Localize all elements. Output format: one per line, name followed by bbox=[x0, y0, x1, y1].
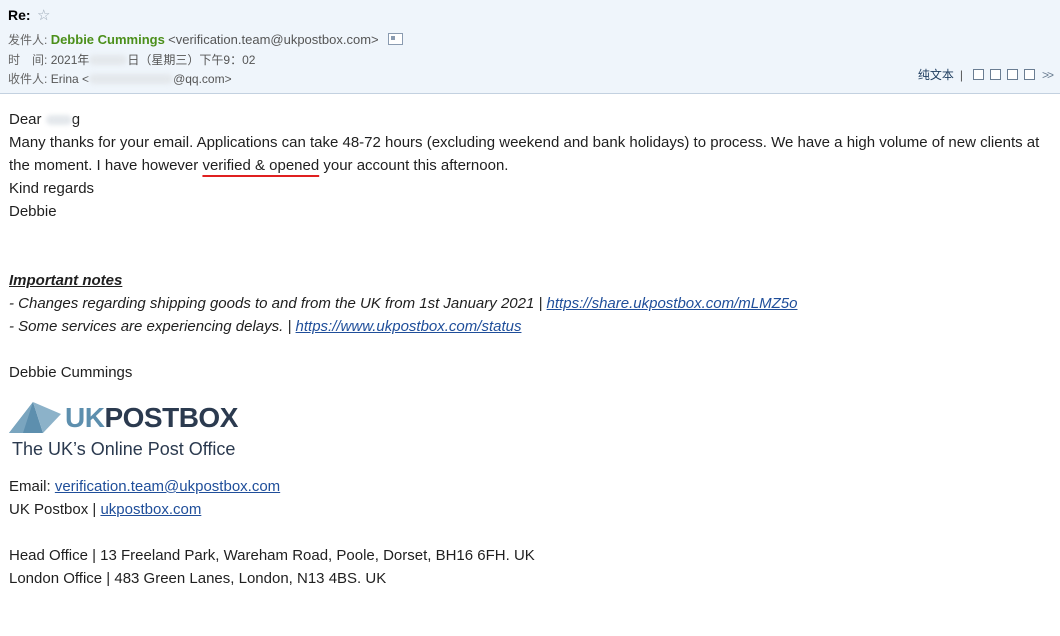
note-1: - Changes regarding shipping goods to an… bbox=[9, 292, 1055, 315]
signature-name: Debbie Cummings bbox=[9, 364, 133, 381]
to-label: 收件人: bbox=[8, 72, 48, 86]
greeting: Dear g bbox=[9, 108, 1055, 131]
recipient-email[interactable]: @qq.com> bbox=[173, 72, 232, 86]
plain-text-link[interactable]: 纯文本 bbox=[918, 66, 954, 83]
time-year: 2021年 bbox=[50, 53, 90, 67]
email-body: Dear g Many thanks for your email. Appli… bbox=[9, 108, 1055, 590]
print-preview-icon[interactable] bbox=[989, 69, 1001, 80]
toolbar-separator: | bbox=[959, 67, 963, 82]
time-row: 时 间: 2021年 日（星期三）下午9：02 bbox=[8, 52, 255, 68]
head-office-address: Head Office | 13 Freeland Park, Wareham … bbox=[9, 547, 535, 564]
note-1-text: - Changes regarding shipping goods to an… bbox=[9, 295, 547, 312]
logo-triangles-icon bbox=[9, 402, 61, 433]
to-row: 收件人: Erina < @qq.com> bbox=[8, 71, 232, 87]
header-toolbar: 纯文本 | >> bbox=[918, 66, 1054, 83]
window-icon[interactable] bbox=[972, 69, 984, 80]
redacted-date bbox=[89, 55, 128, 65]
print-icon[interactable] bbox=[1023, 69, 1035, 80]
site-line: UK Postbox | ukpostbox.com bbox=[9, 498, 1055, 521]
logo-uk: UK bbox=[65, 401, 105, 433]
contact-card-icon[interactable] bbox=[387, 33, 403, 45]
redacted-name bbox=[45, 115, 72, 125]
redacted-recipient bbox=[89, 74, 174, 84]
sender-name[interactable]: Debbie Cummings bbox=[51, 32, 165, 47]
more-icon[interactable]: >> bbox=[1042, 68, 1054, 82]
logo-postbox: POSTBOX bbox=[104, 401, 238, 433]
message-text-b: your account this afternoon. bbox=[319, 157, 509, 174]
notes-title: Important notes bbox=[9, 272, 123, 289]
status-link[interactable]: https://www.ukpostbox.com/status bbox=[296, 318, 522, 335]
logo-wordmark: UKPOSTBOX bbox=[65, 403, 238, 431]
greeting-prefix: Dear bbox=[9, 111, 42, 128]
ukpostbox-logo: UKPOSTBOX The UK’s Online Post Office bbox=[9, 398, 1055, 461]
greeting-suffix: g bbox=[71, 111, 81, 128]
time-label: 时 间: bbox=[8, 53, 48, 67]
site-label: UK Postbox | bbox=[9, 501, 101, 518]
time-day: 日（星期三）下午9：02 bbox=[127, 53, 256, 67]
closing: Kind regards bbox=[9, 180, 95, 197]
email-header: Re: ☆ 发件人: Debbie Cummings <verification… bbox=[0, 0, 1060, 94]
signoff: Debbie bbox=[9, 203, 57, 220]
note-2: - Some services are experiencing delays.… bbox=[9, 315, 1055, 338]
sender-email[interactable]: <verification.team@ukpostbox.com> bbox=[168, 32, 378, 47]
message-text-a: Many thanks for your email. Applications… bbox=[9, 134, 1040, 174]
logo-tagline: The UK’s Online Post Office bbox=[12, 439, 236, 459]
website-link[interactable]: ukpostbox.com bbox=[100, 501, 201, 518]
recipient-bracket: < bbox=[82, 72, 90, 86]
note-2-text: - Some services are experiencing delays.… bbox=[9, 318, 296, 335]
subject-line: Re: bbox=[8, 7, 31, 23]
logo-row: UKPOSTBOX bbox=[9, 398, 1055, 436]
highlighted-phrase: verified & opened bbox=[202, 157, 320, 174]
from-row: 发件人: Debbie Cummings <verification.team@… bbox=[8, 32, 403, 48]
save-icon[interactable] bbox=[1006, 69, 1018, 80]
from-label: 发件人: bbox=[8, 33, 48, 47]
star-icon[interactable]: ☆ bbox=[37, 6, 50, 24]
message-paragraph: Many thanks for your email. Applications… bbox=[9, 131, 1055, 177]
shipping-changes-link[interactable]: https://share.ukpostbox.com/mLMZ5o bbox=[547, 295, 798, 312]
verification-email-link[interactable]: verification.team@ukpostbox.com bbox=[55, 478, 280, 495]
london-office-address: London Office | 483 Green Lanes, London,… bbox=[9, 570, 387, 587]
email-line: Email: verification.team@ukpostbox.com bbox=[9, 475, 1055, 498]
recipient-name[interactable]: Erina bbox=[51, 72, 79, 86]
email-label: Email: bbox=[9, 478, 55, 495]
